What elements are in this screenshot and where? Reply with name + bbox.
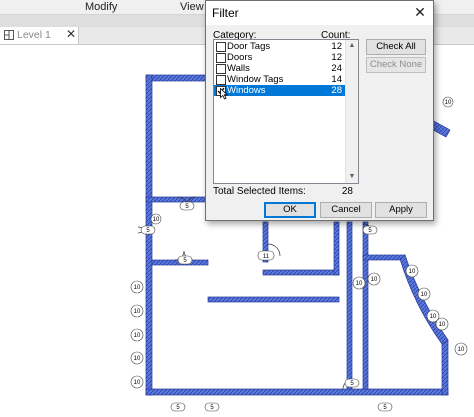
door-tag[interactable]: 5	[140, 225, 156, 235]
list-item-windows[interactable]: Windows 28	[214, 85, 346, 96]
svg-text:10: 10	[134, 309, 141, 315]
window-tag[interactable]: 10	[405, 264, 419, 278]
window-tag[interactable]: 10	[442, 96, 454, 108]
svg-text:10: 10	[134, 333, 141, 339]
checkbox[interactable]	[216, 64, 226, 74]
window-tag[interactable]: 10	[150, 213, 162, 225]
close-icon[interactable]: ✕	[66, 27, 76, 41]
checkbox[interactable]	[216, 53, 226, 63]
room-tag[interactable]: 11	[257, 250, 275, 261]
svg-text:10: 10	[409, 269, 416, 275]
svg-text:10: 10	[134, 356, 141, 362]
dialog-titlebar[interactable]: Filter ✕	[206, 1, 433, 25]
checkbox[interactable]	[216, 75, 226, 85]
wall	[362, 221, 369, 390]
svg-text:10: 10	[134, 380, 141, 386]
list-item-label: Doors	[227, 52, 253, 63]
category-list[interactable]: Door Tags 12 Doors 12 Walls 24 Window Ta…	[213, 39, 359, 184]
checkbox[interactable]	[216, 42, 226, 52]
window-tag[interactable]: 10	[130, 304, 144, 318]
list-scrollbar[interactable]: ▲ ▼	[345, 40, 358, 183]
window-tag[interactable]: 10	[417, 287, 431, 301]
wall	[145, 74, 153, 396]
window-tag[interactable]: 10	[454, 342, 468, 356]
list-item-walls[interactable]: Walls 24	[214, 63, 346, 74]
scroll-down-icon[interactable]: ▼	[346, 171, 358, 183]
list-item-count: 12	[331, 41, 342, 52]
wall	[145, 74, 209, 82]
list-item-count: 14	[331, 74, 342, 85]
svg-text:11: 11	[263, 254, 270, 260]
window-tag[interactable]: 10	[130, 375, 144, 389]
wall	[207, 296, 340, 303]
list-item-count: 28	[331, 85, 342, 96]
door-tag[interactable]: 5	[204, 402, 220, 412]
door-tag[interactable]: 5	[170, 402, 186, 412]
svg-text:10: 10	[445, 100, 452, 106]
ribbon-tab-view[interactable]: View	[180, 1, 204, 13]
window-tag[interactable]: 10	[367, 272, 381, 286]
view-tab-level-1[interactable]: Level 1 ✕	[0, 27, 79, 44]
apply-button[interactable]: Apply	[375, 202, 427, 218]
list-item-label: Windows	[227, 85, 266, 96]
wall	[346, 221, 353, 390]
wall	[145, 388, 449, 396]
window-tag[interactable]: 10	[435, 317, 449, 331]
svg-text:10: 10	[356, 281, 363, 287]
list-item-count: 24	[331, 63, 342, 74]
check-none-button[interactable]: Check None	[366, 57, 426, 73]
filter-dialog: Filter ✕ Category: Count: Door Tags 12 D…	[205, 0, 434, 221]
list-item-count: 12	[331, 52, 342, 63]
close-icon[interactable]: ✕	[411, 3, 429, 21]
door-tag[interactable]: 5	[179, 201, 195, 211]
list-item-label: Walls	[227, 63, 250, 74]
dialog-title: Filter	[212, 6, 239, 20]
window-tag[interactable]: 10	[130, 328, 144, 342]
wall	[333, 221, 340, 276]
floor-plan-icon	[4, 30, 14, 40]
svg-text:10: 10	[153, 217, 160, 223]
total-selected-label: Total Selected Items:	[213, 186, 306, 197]
wall	[362, 254, 406, 261]
list-item-window-tags[interactable]: Window Tags 14	[214, 74, 346, 85]
svg-text:10: 10	[458, 347, 465, 353]
scroll-up-icon[interactable]: ▲	[346, 40, 358, 52]
list-item-label: Door Tags	[227, 41, 271, 52]
window-tag[interactable]: 10	[130, 351, 144, 365]
wall	[441, 339, 449, 396]
ribbon-tab-modify[interactable]: Modify	[85, 1, 117, 13]
wall	[145, 196, 209, 203]
svg-text:10: 10	[439, 322, 446, 328]
door-tag[interactable]: 5	[344, 378, 360, 388]
svg-text:10: 10	[430, 314, 437, 320]
svg-text:10: 10	[134, 285, 141, 291]
wall	[262, 269, 340, 276]
svg-text:10: 10	[371, 277, 378, 283]
svg-text:10: 10	[421, 292, 428, 298]
view-tab-label: Level 1	[17, 29, 51, 41]
window-tag[interactable]: 10	[352, 276, 366, 290]
door-tag[interactable]: 5	[362, 225, 378, 235]
list-item-doors[interactable]: Doors 12	[214, 52, 346, 63]
window-tag[interactable]: 10	[130, 280, 144, 294]
check-all-button[interactable]: Check All	[366, 39, 426, 55]
list-item-door-tags[interactable]: Door Tags 12	[214, 41, 346, 52]
ok-button[interactable]: OK	[264, 202, 316, 218]
door-tag[interactable]: 5	[377, 402, 393, 412]
mouse-cursor-icon	[220, 88, 228, 100]
total-selected-value: 28	[341, 186, 353, 197]
cancel-button[interactable]: Cancel	[320, 202, 372, 218]
list-item-label: Window Tags	[227, 74, 284, 85]
door-tag[interactable]: 5	[177, 255, 193, 265]
